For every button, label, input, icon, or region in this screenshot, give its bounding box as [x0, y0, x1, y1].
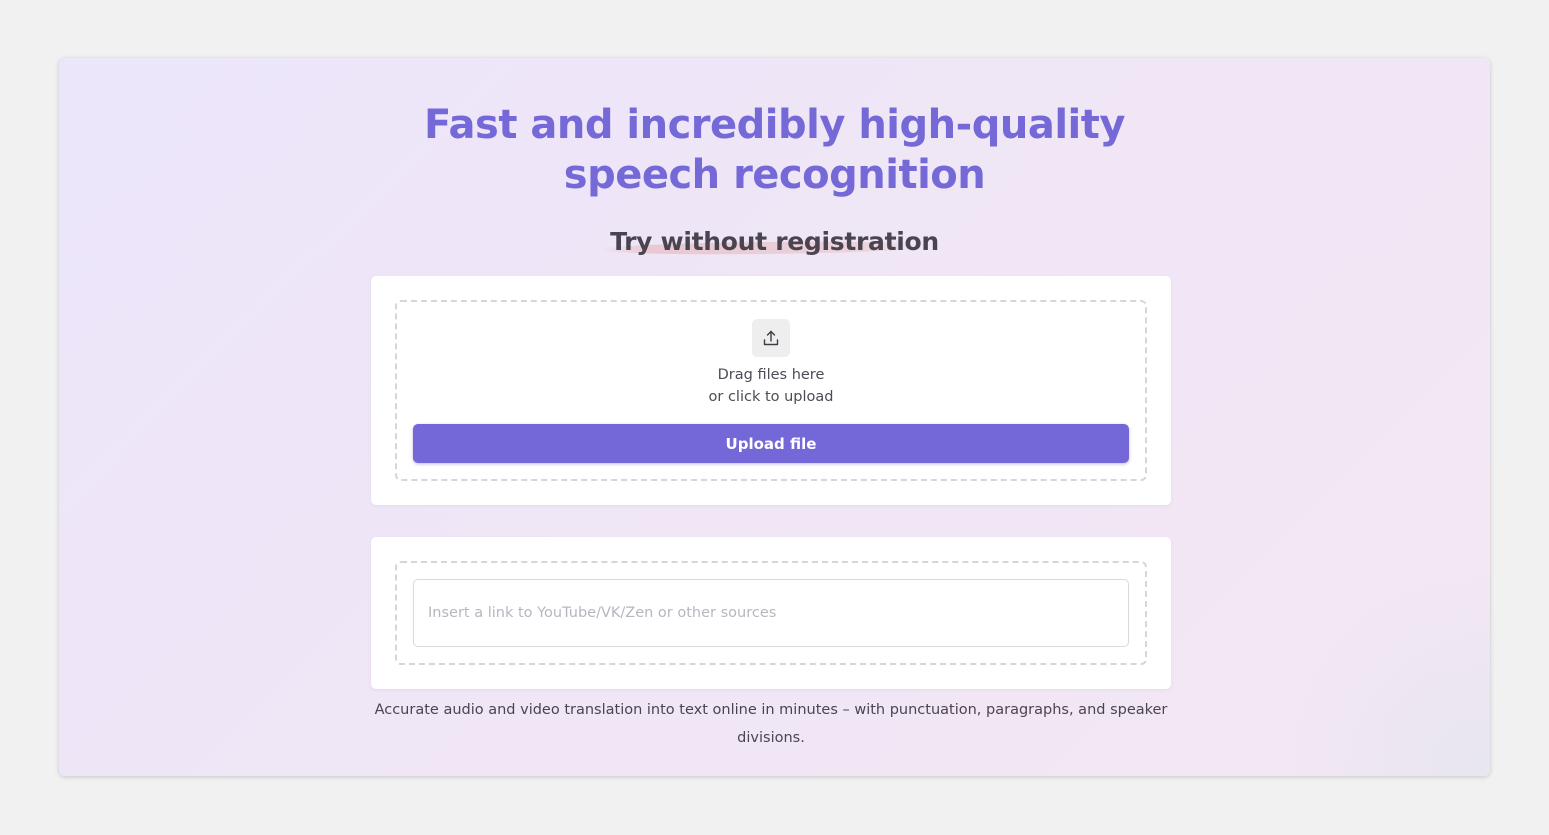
page-title: Fast and incredibly high-quality speech … — [59, 100, 1490, 200]
link-panel — [371, 537, 1171, 689]
click-to-upload-text: or click to upload — [708, 389, 834, 405]
upload-panel: Drag files here or click to upload Uploa… — [371, 276, 1171, 505]
page-title-line-2: speech recognition — [563, 152, 986, 198]
service-description: Accurate audio and video translation int… — [374, 702, 1168, 746]
upload-file-button[interactable]: Upload file — [413, 424, 1129, 463]
hero-section: Fast and incredibly high-quality speech … — [59, 58, 1490, 776]
subtitle-container: Try without registration — [59, 226, 1490, 258]
try-without-registration-heading: Try without registration — [610, 227, 939, 256]
source-link-input[interactable] — [413, 579, 1129, 647]
file-dropzone[interactable]: Drag files here or click to upload Uploa… — [395, 300, 1147, 481]
link-dropzone — [395, 561, 1147, 665]
drag-files-text: Drag files here — [717, 367, 825, 383]
page-title-line-1: Fast and incredibly high-quality — [424, 102, 1125, 148]
upload-icon[interactable] — [752, 319, 790, 357]
